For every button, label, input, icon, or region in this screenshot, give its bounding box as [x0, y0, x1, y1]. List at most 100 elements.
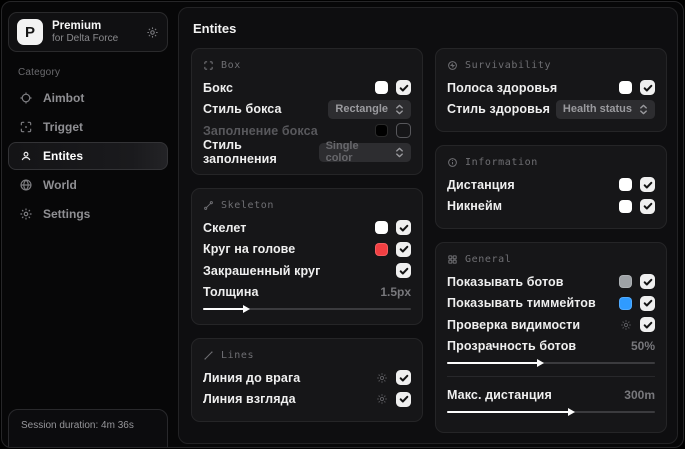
- sidebar-item-trigget[interactable]: Trigget: [8, 113, 168, 141]
- category-label: Category: [18, 67, 61, 78]
- lines-card: Lines Линия до врага Линия взгляда: [191, 338, 423, 422]
- setting-row: Прозрачность ботов 50%: [447, 339, 655, 354]
- left-column: Box Бокс Стиль бокса Rectangle Заполнени…: [191, 48, 423, 422]
- setting-row: Дистанция: [447, 174, 655, 196]
- setting-row: Бокс: [203, 77, 411, 99]
- info-icon: [447, 157, 458, 168]
- gear-icon: [19, 207, 33, 221]
- checkbox[interactable]: [640, 198, 655, 214]
- gear-icon[interactable]: [146, 26, 159, 39]
- color-swatch[interactable]: [619, 275, 632, 289]
- color-swatch[interactable]: [619, 178, 632, 192]
- sidebar-item-world[interactable]: World: [8, 171, 168, 199]
- setting-row: Стиль заполнения Single color: [203, 138, 411, 166]
- setting-row: Проверка видимости: [447, 314, 655, 336]
- setting-row: Стиль здоровья Health status: [447, 99, 655, 121]
- sidebar-nav: Aimbot Trigget Entites World Settings: [8, 84, 168, 228]
- color-swatch[interactable]: [375, 221, 388, 235]
- checkbox[interactable]: [396, 370, 411, 386]
- checkbox[interactable]: [396, 123, 411, 139]
- color-swatch[interactable]: [619, 296, 632, 310]
- checkbox[interactable]: [640, 177, 655, 193]
- setting-row: Скелет: [203, 217, 411, 239]
- box-icon: [203, 60, 214, 71]
- right-column: Survivability Полоса здоровья Стиль здор…: [435, 48, 667, 433]
- information-card: Information Дистанция Никнейм: [435, 145, 667, 229]
- setting-row: Закрашенный круг: [203, 260, 411, 282]
- bone-icon: [203, 200, 214, 211]
- setting-row: Толщина 1.5px: [203, 285, 411, 300]
- max-distance-value: 300m: [624, 387, 655, 402]
- checkbox[interactable]: [396, 220, 411, 236]
- checkbox[interactable]: [640, 80, 655, 96]
- thickness-slider[interactable]: [203, 305, 411, 313]
- checkbox[interactable]: [396, 391, 411, 407]
- trigger-scope-icon: [19, 120, 33, 134]
- session-duration-label: Session duration: 4m 36s: [21, 420, 134, 431]
- card-header-label: Box: [221, 60, 241, 71]
- slider-thumb[interactable]: [242, 305, 250, 313]
- bot-opacity-slider[interactable]: [447, 359, 655, 367]
- bot-opacity-value: 50%: [630, 339, 655, 354]
- sidebar-item-label: Entites: [43, 149, 84, 163]
- thickness-value: 1.5px: [380, 285, 411, 300]
- health-style-dropdown[interactable]: Health status: [555, 99, 655, 119]
- page-title: Entites: [193, 21, 237, 36]
- unfold-icon: [395, 147, 404, 158]
- checkbox[interactable]: [396, 241, 411, 257]
- max-distance-slider[interactable]: [447, 407, 655, 416]
- card-header-label: Skeleton: [221, 200, 274, 211]
- checkbox[interactable]: [640, 317, 655, 333]
- checkbox[interactable]: [396, 263, 411, 279]
- sidebar-item-aimbot[interactable]: Aimbot: [8, 84, 168, 112]
- sidebar-item-settings[interactable]: Settings: [8, 200, 168, 228]
- card-header-label: Information: [465, 157, 538, 168]
- setting-row: Макс. дистанция 300m: [447, 387, 655, 402]
- box-card: Box Бокс Стиль бокса Rectangle Заполнени…: [191, 48, 423, 175]
- fill-style-dropdown[interactable]: Single color: [318, 140, 411, 164]
- checkbox[interactable]: [396, 80, 411, 96]
- entity-scan-icon: [19, 149, 33, 163]
- setting-row: Никнейм: [447, 196, 655, 218]
- setting-row: Полоса здоровья: [447, 77, 655, 99]
- unfold-icon: [395, 104, 404, 115]
- general-card: General Показывать ботов Показывать тимм…: [435, 242, 667, 433]
- card-header-label: General: [465, 254, 512, 265]
- main-panel: Entites Box Бокс Стиль бокса Rectangle З…: [178, 7, 678, 444]
- card-header-label: Lines: [221, 350, 255, 361]
- color-swatch[interactable]: [375, 242, 388, 256]
- gear-icon[interactable]: [376, 393, 388, 405]
- color-swatch[interactable]: [375, 81, 388, 95]
- brand-subtitle: for Delta Force: [52, 32, 119, 44]
- brand-logo: P: [17, 19, 43, 45]
- setting-row: Показывать ботов: [447, 271, 655, 293]
- setting-row: Показывать тиммейтов: [447, 293, 655, 315]
- sidebar-item-label: World: [43, 178, 77, 192]
- checkbox[interactable]: [640, 295, 655, 311]
- sidebar-item-label: Settings: [43, 207, 91, 221]
- gear-icon[interactable]: [376, 372, 388, 384]
- gear-icon[interactable]: [620, 319, 632, 331]
- divider: [447, 376, 655, 377]
- sidebar-item-entites[interactable]: Entites: [8, 142, 168, 170]
- sidebar: P Premium for Delta Force Category Aimbo…: [2, 2, 174, 447]
- slider-thumb[interactable]: [536, 359, 544, 367]
- survivability-card: Survivability Полоса здоровья Стиль здор…: [435, 48, 667, 132]
- brand-title: Premium: [52, 19, 102, 32]
- color-swatch[interactable]: [619, 199, 632, 213]
- card-header-label: Survivability: [465, 60, 552, 71]
- box-style-dropdown[interactable]: Rectangle: [328, 99, 411, 119]
- checkbox[interactable]: [640, 274, 655, 290]
- diagonal-line-icon: [203, 350, 214, 361]
- unfold-icon: [639, 104, 648, 115]
- setting-row: Линия до врага: [203, 367, 411, 389]
- app-window: P Premium for Delta Force Category Aimbo…: [1, 1, 684, 448]
- setting-row: Стиль бокса Rectangle: [203, 99, 411, 121]
- globe-icon: [19, 178, 33, 192]
- heart-pulse-icon: [447, 60, 458, 71]
- color-swatch[interactable]: [375, 124, 388, 138]
- grid-icon: [447, 254, 458, 265]
- skeleton-card: Skeleton Скелет Круг на голове Закрашенн…: [191, 188, 423, 325]
- color-swatch[interactable]: [619, 81, 632, 95]
- slider-thumb[interactable]: [567, 407, 575, 416]
